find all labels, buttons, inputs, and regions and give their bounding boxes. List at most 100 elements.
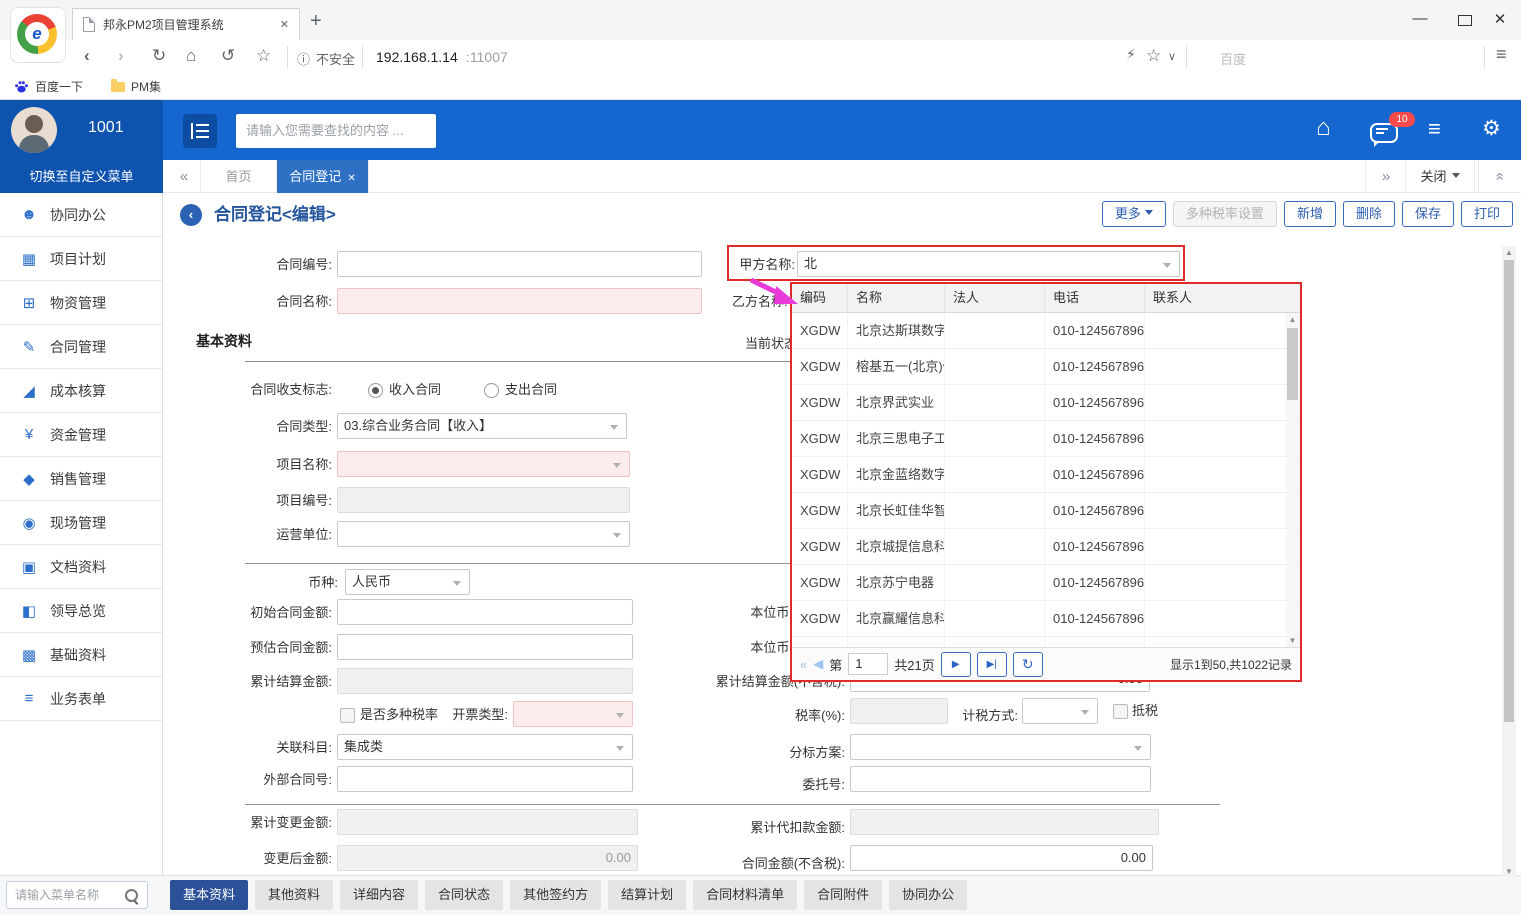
sidebar-item-成本核算[interactable]: ◢成本核算 xyxy=(0,369,162,413)
scroll-down-icon[interactable]: ▼ xyxy=(1502,867,1516,876)
browser-tab[interactable]: 邦永PM2项目管理系统 ✕ xyxy=(72,8,300,41)
lightning-icon[interactable]: ⚡ xyxy=(1126,46,1136,63)
sidebar-item-基础资料[interactable]: ▩基础资料 xyxy=(0,633,162,677)
bid-plan-select[interactable] xyxy=(850,734,1151,760)
portal-home-icon[interactable]: ⌂ xyxy=(1316,114,1331,142)
table-row[interactable]: XGDW北京界武实业010-124567896 xyxy=(792,385,1300,421)
radio-income[interactable] xyxy=(368,383,383,398)
new-tab-button[interactable]: + xyxy=(310,10,322,33)
table-row[interactable]: XGDW北京达斯琪数字科技010-124567896 xyxy=(792,313,1300,349)
invoice-type-select[interactable] xyxy=(513,701,633,727)
multi-tax-checkbox[interactable] xyxy=(340,708,355,723)
sidebar-item-销售管理[interactable]: ◆销售管理 xyxy=(0,457,162,501)
prev-page-icon[interactable]: ◀ xyxy=(813,656,823,672)
scrollbar-thumb[interactable] xyxy=(1504,260,1514,722)
table-row[interactable]: XGDW北京金蓝络数字科技010-124567896 xyxy=(792,457,1300,493)
toolbar-button-新增[interactable]: 新增 xyxy=(1284,201,1336,227)
tab-基本资料[interactable]: 基本资料 xyxy=(170,880,248,910)
scroll-up-icon[interactable]: ▲ xyxy=(1502,248,1516,257)
rel-subject-select[interactable]: 集成类 xyxy=(337,734,633,760)
toolbar-button-多种税率设置[interactable]: 多种税率设置 xyxy=(1173,201,1277,227)
tab-详细内容[interactable]: 详细内容 xyxy=(340,880,418,910)
url-host[interactable]: 192.168.1.14 xyxy=(376,49,458,65)
reload-icon[interactable]: ↻ xyxy=(152,46,166,66)
info-icon[interactable]: ⓘ xyxy=(297,49,310,68)
tax-method-select[interactable] xyxy=(1022,698,1098,724)
tab-close-icon[interactable]: ✕ xyxy=(347,173,355,184)
window-maximize-button[interactable] xyxy=(1458,15,1472,26)
est-amount-input[interactable] xyxy=(337,634,633,660)
sidebar-item-领导总览[interactable]: ◧领导总览 xyxy=(0,589,162,633)
window-close-button[interactable]: ✕ xyxy=(1485,10,1515,28)
refresh-button[interactable]: ↻ xyxy=(1013,652,1043,677)
tab-协同办公[interactable]: 协同办公 xyxy=(889,880,967,910)
radio-expense-label[interactable]: 支出合同 xyxy=(505,377,557,403)
toolbar-button-删除[interactable]: 删除 xyxy=(1343,201,1395,227)
table-row[interactable]: XGDW北京长虹佳华智能010-124567896 xyxy=(792,493,1300,529)
scroll-up-icon[interactable]: ▲ xyxy=(1286,315,1299,324)
toolbar-button-打印[interactable]: 打印 xyxy=(1461,201,1513,227)
sidebar-item-业务表单[interactable]: ≡业务表单 xyxy=(0,677,162,721)
sidebar-item-项目计划[interactable]: ▦项目计划 xyxy=(0,237,162,281)
table-row[interactable]: XGDW北京苏宁电器010-124567896 xyxy=(792,565,1300,601)
toolbar-button-更多[interactable]: 更多 xyxy=(1102,201,1166,227)
deduct-tax-checkbox[interactable] xyxy=(1113,704,1128,719)
last-page-button[interactable]: ▶| xyxy=(977,652,1007,677)
currency-select[interactable]: 人民币 xyxy=(345,569,470,595)
sidebar-item-物资管理[interactable]: ⊞物资管理 xyxy=(0,281,162,325)
star-icon[interactable]: ☆ xyxy=(256,46,271,66)
contract-type-select[interactable]: 03.综合业务合同【收入】 xyxy=(337,413,627,439)
grid-scrollbar[interactable]: ▲ ▼ xyxy=(1286,313,1299,647)
first-page-icon[interactable]: « xyxy=(800,657,807,672)
radio-expense[interactable] xyxy=(484,383,499,398)
collapse-up-icon[interactable]: » xyxy=(1478,160,1519,193)
sidebar-item-合同管理[interactable]: ✎合同管理 xyxy=(0,325,162,369)
init-amount-input[interactable] xyxy=(337,599,633,625)
menu-search-input[interactable]: 请输入菜单名称 xyxy=(6,881,148,909)
global-search-input[interactable]: 请输入您需要查找的内容 ... xyxy=(236,114,436,148)
browser-menu-icon[interactable]: ≡ xyxy=(1496,44,1507,65)
project-name-select[interactable] xyxy=(337,451,630,477)
forward-icon[interactable]: › xyxy=(118,46,124,66)
sidebar-item-协同办公[interactable]: ☻协同办公 xyxy=(0,193,162,237)
op-unit-select[interactable] xyxy=(337,521,630,547)
table-row[interactable]: XGDW榕基五一(北京)信息010-124567896 xyxy=(792,349,1300,385)
tab-close-icon[interactable]: ✕ xyxy=(270,18,299,31)
main-scrollbar[interactable]: ▲ ▼ xyxy=(1502,246,1516,878)
table-row[interactable]: XGDW北京城提信息科技010-124567896 xyxy=(792,529,1300,565)
favorite-star-icon[interactable]: ☆ xyxy=(1146,46,1161,66)
tab-合同附件[interactable]: 合同附件 xyxy=(804,880,882,910)
contract-name-input[interactable] xyxy=(337,288,702,314)
tab-home[interactable]: 首页 xyxy=(200,160,277,193)
next-page-button[interactable]: ▶ xyxy=(941,652,971,677)
tab-其他资料[interactable]: 其他资料 xyxy=(255,880,333,910)
sidebar-item-现场管理[interactable]: ◉现场管理 xyxy=(0,501,162,545)
contract-no-input[interactable] xyxy=(337,251,702,277)
home-icon[interactable]: ⌂ xyxy=(186,46,196,66)
tab-合同状态[interactable]: 合同状态 xyxy=(425,880,503,910)
entrust-no-input[interactable] xyxy=(850,766,1151,792)
undo-icon[interactable]: ↺ xyxy=(221,46,235,66)
table-row[interactable]: XGDW北京三思电子工程010-124567896 xyxy=(792,421,1300,457)
tab-结算计划[interactable]: 结算计划 xyxy=(608,880,686,910)
bookmark-百度一下[interactable]: 百度一下 xyxy=(14,78,83,95)
window-minimize-button[interactable]: — xyxy=(1405,10,1435,27)
menu-toggle-icon[interactable] xyxy=(183,114,217,148)
search-engine-label[interactable]: 百度 xyxy=(1220,49,1246,68)
radio-income-label[interactable]: 收入合同 xyxy=(389,377,441,403)
tabs-scroll-right-icon[interactable]: » xyxy=(1365,160,1406,193)
back-button[interactable]: ‹ xyxy=(180,204,202,226)
toolbar-button-保存[interactable]: 保存 xyxy=(1402,201,1454,227)
table-row[interactable]: XGDW北京赢耀信息科技010-124567896 xyxy=(792,601,1300,637)
scrollbar-thumb[interactable] xyxy=(1287,328,1298,400)
amount-notax-input[interactable]: 0.00 xyxy=(850,845,1153,871)
bookmark-PM集[interactable]: PM集 xyxy=(111,78,161,95)
multi-tax-label[interactable]: 是否多种税率 xyxy=(360,702,438,728)
tab-合同材料清单[interactable]: 合同材料清单 xyxy=(693,880,797,910)
sidebar-item-资金管理[interactable]: ¥资金管理 xyxy=(0,413,162,457)
close-tabs-menu[interactable]: 关闭 xyxy=(1405,160,1475,193)
ext-no-input[interactable] xyxy=(337,766,633,792)
page-input[interactable]: 1 xyxy=(848,653,888,675)
tabs-scroll-left-icon[interactable]: « xyxy=(170,160,198,193)
scroll-down-icon[interactable]: ▼ xyxy=(1286,636,1299,645)
